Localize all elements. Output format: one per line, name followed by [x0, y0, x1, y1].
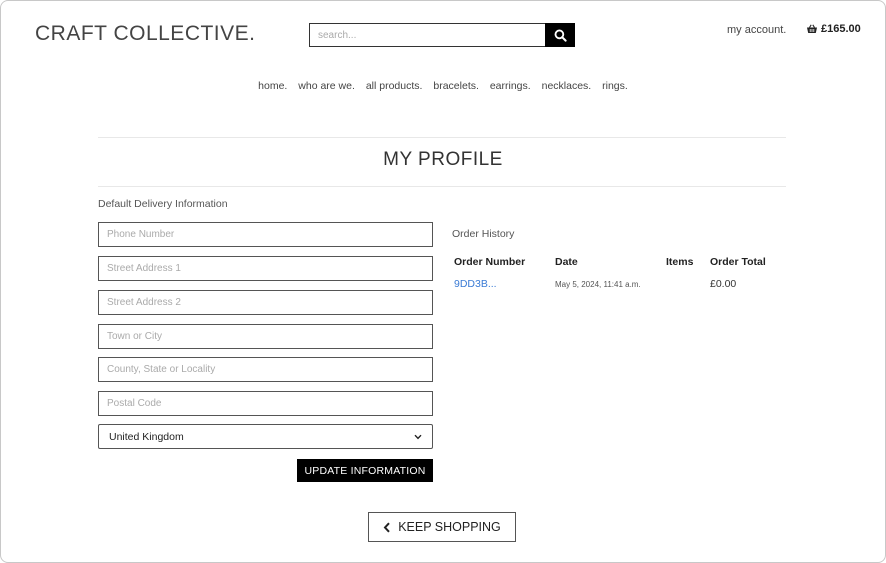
chevron-left-icon: [383, 522, 390, 532]
my-account-link[interactable]: my account.: [727, 24, 786, 36]
chevron-down-icon: [414, 434, 422, 439]
col-items: Items: [666, 256, 694, 268]
divider-bottom: [98, 186, 786, 187]
search-button[interactable]: [545, 23, 575, 47]
col-order-total: Order Total: [710, 256, 766, 268]
order-total: £0.00: [710, 278, 737, 290]
col-date: Date: [555, 256, 578, 268]
nav-item-who-are-we[interactable]: who are we.: [298, 80, 355, 92]
update-information-button[interactable]: UPDATE INFORMATION: [297, 459, 433, 482]
street-address-2-field[interactable]: Street Address 2: [98, 290, 433, 315]
phone-number-field[interactable]: Phone Number: [98, 222, 433, 247]
nav-item-rings[interactable]: rings.: [602, 80, 628, 92]
main-nav: home. who are we. all products. bracelet…: [0, 80, 886, 92]
nav-item-necklaces[interactable]: necklaces.: [542, 80, 592, 92]
nav-item-all-products[interactable]: all products.: [366, 80, 423, 92]
cart-link[interactable]: £165.00: [806, 23, 861, 35]
delivery-heading: Default Delivery Information: [98, 198, 228, 210]
cart-total: £165.00: [821, 23, 861, 35]
nav-item-home[interactable]: home.: [258, 80, 287, 92]
county-field[interactable]: County, State or Locality: [98, 357, 433, 382]
town-city-field[interactable]: Town or City: [98, 324, 433, 349]
order-number-link[interactable]: 9DD3B...: [454, 278, 497, 290]
nav-item-bracelets[interactable]: bracelets.: [433, 80, 479, 92]
nav-item-earrings[interactable]: earrings.: [490, 80, 531, 92]
street-address-1-field[interactable]: Street Address 1: [98, 256, 433, 281]
page-title: MY PROFILE: [383, 149, 503, 170]
basket-icon: [807, 24, 817, 33]
country-value: United Kingdom: [109, 430, 184, 443]
keep-shopping-button[interactable]: KEEP SHOPPING: [368, 512, 516, 542]
site-logo[interactable]: CRAFT COLLECTIVE.: [35, 22, 256, 46]
keep-shopping-label: KEEP SHOPPING: [398, 520, 501, 534]
search-bar: [309, 23, 575, 47]
country-select[interactable]: United Kingdom: [98, 424, 433, 449]
divider-top: [98, 137, 786, 138]
search-input[interactable]: [309, 23, 546, 47]
postal-code-field[interactable]: Postal Code: [98, 391, 433, 416]
order-history-heading: Order History: [452, 228, 515, 240]
col-order-number: Order Number: [454, 256, 526, 268]
order-date: May 5, 2024, 11:41 a.m.: [555, 280, 641, 289]
search-icon: [554, 29, 567, 42]
